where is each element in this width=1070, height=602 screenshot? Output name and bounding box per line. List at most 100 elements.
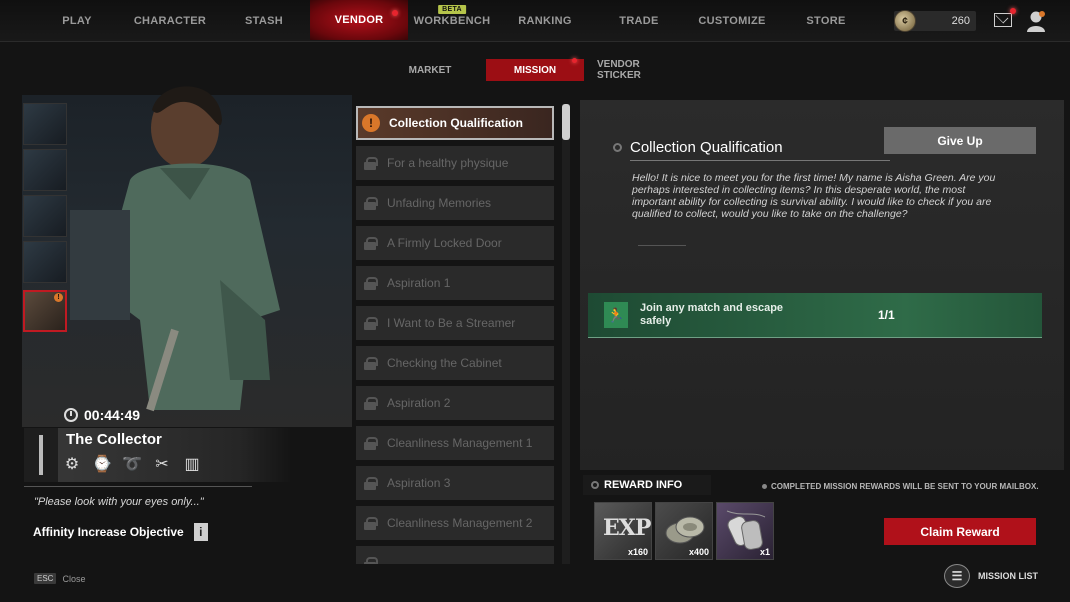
lock-icon bbox=[364, 477, 378, 490]
character-slot-3[interactable] bbox=[23, 195, 67, 237]
reward-quantity: x400 bbox=[688, 547, 709, 557]
nav-play[interactable]: PLAY bbox=[30, 0, 124, 42]
lock-icon bbox=[364, 237, 378, 250]
mission-item[interactable]: Aspiration 3 bbox=[356, 466, 554, 500]
reward-exp[interactable]: EXP x160 bbox=[594, 502, 652, 560]
reward-info-header: REWARD INFO bbox=[583, 475, 711, 495]
nav-customize[interactable]: CUSTOMIZE bbox=[685, 0, 779, 42]
mission-item[interactable]: Unfading Memories bbox=[356, 186, 554, 220]
claim-reward-button[interactable]: Claim Reward bbox=[884, 518, 1036, 545]
close-hint[interactable]: ESC Close bbox=[34, 573, 85, 584]
list-icon: ☰ bbox=[944, 564, 970, 588]
reward-quantity: x1 bbox=[759, 547, 770, 557]
nav-workbench[interactable]: BETA WORKBENCH bbox=[405, 0, 499, 42]
nav-trade[interactable]: TRADE bbox=[592, 0, 686, 42]
mission-item-active[interactable]: ! Collection Qualification bbox=[356, 106, 554, 140]
mission-item[interactable] bbox=[356, 546, 554, 564]
mission-item[interactable]: Aspiration 2 bbox=[356, 386, 554, 420]
lock-icon bbox=[364, 437, 378, 450]
character-slot-4[interactable] bbox=[23, 241, 67, 283]
nav-vendor[interactable]: VENDOR bbox=[310, 0, 408, 40]
character-slot-1[interactable] bbox=[23, 103, 67, 145]
timer-value: 00:44:49 bbox=[84, 407, 141, 423]
character-name: The Collector bbox=[66, 431, 162, 448]
mission-label: I Want to Be a Streamer bbox=[387, 316, 516, 330]
currency-value: 260 bbox=[951, 15, 970, 27]
character-slot-2[interactable] bbox=[23, 149, 67, 191]
mission-item[interactable]: Cleanliness Management 2 bbox=[356, 506, 554, 540]
mission-item[interactable]: Cleanliness Management 1 bbox=[356, 426, 554, 460]
bullet-icon bbox=[613, 143, 622, 152]
tab-vendor-sticker[interactable]: VENDOR STICKER bbox=[597, 59, 683, 81]
mission-label: Cleanliness Management 1 bbox=[387, 436, 533, 450]
watch-icon[interactable]: ⌚ bbox=[90, 452, 114, 476]
tools-icon[interactable]: ✂ bbox=[150, 452, 174, 476]
mission-description: Hello! It is nice to meet you for the fi… bbox=[632, 172, 996, 220]
nav-character[interactable]: CHARACTER bbox=[123, 0, 217, 42]
books-icon[interactable]: ▥ bbox=[180, 452, 204, 476]
close-label: Close bbox=[62, 573, 86, 584]
tab-market[interactable]: MARKET bbox=[402, 59, 458, 81]
exp-icon: EXP bbox=[603, 515, 651, 541]
mission-list-button[interactable]: ☰ MISSION LIST bbox=[944, 564, 1038, 588]
profile-icon[interactable] bbox=[1026, 10, 1046, 32]
nav-workbench-label: WORKBENCH bbox=[413, 15, 491, 27]
mail-notification-dot bbox=[1010, 8, 1016, 14]
mission-label: Unfading Memories bbox=[387, 196, 492, 210]
reward-coins[interactable]: x400 bbox=[655, 502, 713, 560]
esc-key: ESC bbox=[34, 573, 57, 584]
divider bbox=[24, 486, 252, 487]
top-nav: PLAY CHARACTER STASH VENDOR BETA WORKBEN… bbox=[0, 0, 1070, 42]
mission-list: ! Collection Qualification For a healthy… bbox=[356, 104, 556, 564]
mission-title: Collection Qualification bbox=[630, 139, 783, 156]
divider bbox=[638, 245, 686, 246]
reward-note: COMPLETED MISSION REWARDS WILL BE SENT T… bbox=[762, 482, 1039, 491]
scroll-thumb[interactable] bbox=[562, 104, 570, 140]
coin-icon: ¢ bbox=[894, 10, 916, 32]
info-icon[interactable]: i bbox=[193, 523, 208, 541]
character-namebar: The Collector ⚙ ⌚ ➰ ✂ ▥ bbox=[24, 428, 292, 482]
nav-stash[interactable]: STASH bbox=[217, 0, 311, 42]
mission-label: For a healthy physique bbox=[387, 156, 509, 170]
notification-dot bbox=[392, 10, 398, 16]
reward-quantity: x160 bbox=[627, 547, 648, 557]
mission-label: Aspiration 1 bbox=[387, 276, 451, 290]
alert-icon: ! bbox=[54, 293, 63, 302]
mission-label: Aspiration 2 bbox=[387, 396, 451, 410]
mission-list-scrollbar[interactable] bbox=[562, 104, 570, 564]
reward-dog-tag[interactable]: x1 bbox=[716, 502, 774, 560]
tab-mission-label: MISSION bbox=[513, 64, 557, 76]
ribbon-icon[interactable]: ➰ bbox=[120, 452, 144, 476]
lock-icon bbox=[364, 517, 378, 530]
mission-label: Checking the Cabinet bbox=[387, 356, 502, 370]
affinity-objective: Affinity Increase Objective i bbox=[33, 523, 208, 541]
lock-icon bbox=[364, 197, 378, 210]
tab-mission[interactable]: MISSION bbox=[486, 58, 584, 81]
reward-info-label: REWARD INFO bbox=[604, 479, 683, 491]
stopwatch-icon bbox=[64, 408, 78, 422]
notification-dot bbox=[572, 58, 577, 63]
gear-icon[interactable]: ⚙ bbox=[60, 452, 84, 476]
mission-label: Aspiration 3 bbox=[387, 476, 451, 490]
divider bbox=[630, 160, 890, 161]
nav-store[interactable]: STORE bbox=[779, 0, 873, 42]
objective-progress: 1/1 bbox=[878, 308, 895, 322]
mission-item[interactable]: A Firmly Locked Door bbox=[356, 226, 554, 260]
mission-label: Cleanliness Management 2 bbox=[387, 516, 533, 530]
mail-icon[interactable] bbox=[994, 8, 1016, 27]
currency-display: ¢ 260 bbox=[894, 10, 976, 32]
mission-item[interactable]: For a healthy physique bbox=[356, 146, 554, 180]
mission-item[interactable]: Aspiration 1 bbox=[356, 266, 554, 300]
mission-item[interactable]: Checking the Cabinet bbox=[356, 346, 554, 380]
alert-icon: ! bbox=[362, 114, 380, 132]
lock-icon bbox=[364, 357, 378, 370]
character-emblem-icon bbox=[24, 428, 58, 482]
character-slot-5[interactable]: ! bbox=[23, 290, 67, 332]
give-up-button[interactable]: Give Up bbox=[884, 127, 1036, 154]
mission-objective: 🏃 Join any match and escape safely 1/1 bbox=[588, 293, 1042, 338]
mission-label: Collection Qualification bbox=[389, 116, 524, 130]
objective-text: Join any match and escape safely bbox=[640, 302, 784, 327]
mission-item[interactable]: I Want to Be a Streamer bbox=[356, 306, 554, 340]
mission-label: A Firmly Locked Door bbox=[387, 236, 502, 250]
nav-ranking[interactable]: RANKING bbox=[498, 0, 592, 42]
